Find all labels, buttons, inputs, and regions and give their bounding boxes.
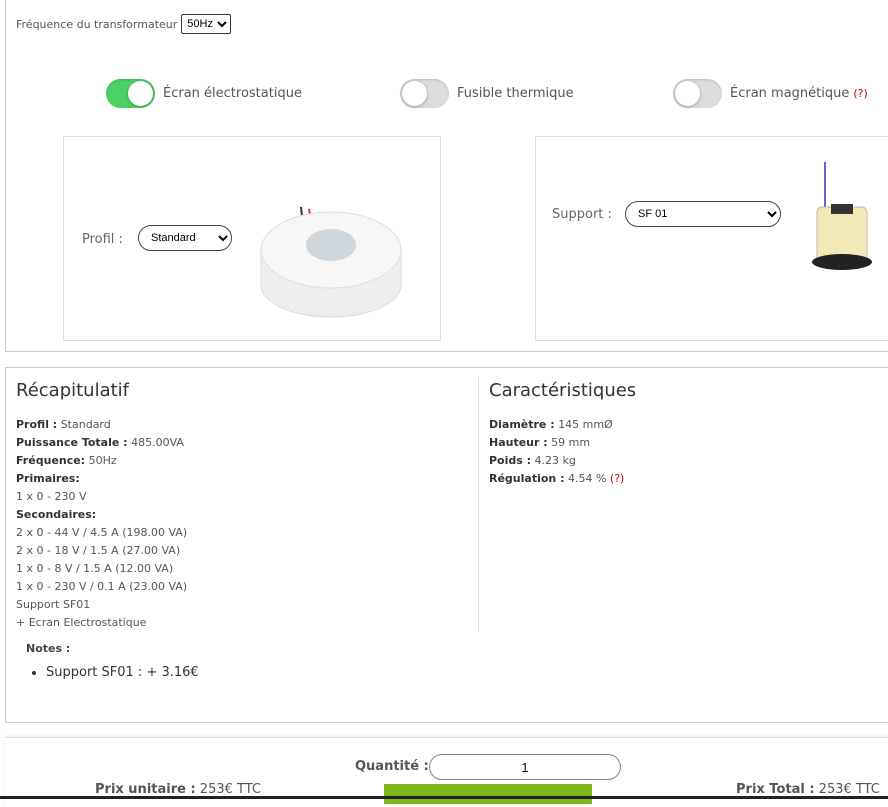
summary-panel: Récapitulatif Profil : Standard Puissanc… [5,367,888,723]
frequency-select[interactable]: 50Hz [181,14,232,34]
option-label: Écran magnétique [730,86,850,101]
characteristics-section: Caractéristiques Diamètre : 145 mmØ Haut… [489,380,637,485]
toggle-electrostatic-screen[interactable] [106,79,155,108]
profile-card: Profil : Standard [63,136,441,341]
summary-title: Récapitulatif [16,380,130,401]
support-card: Support : SF 01 [535,136,888,341]
notes-label: Notes : [26,642,71,655]
profile-select[interactable]: Standard [138,225,232,251]
option-thermal-fuse[interactable]: Fusible thermique [400,79,574,108]
frequency-label: Fréquence du transformateur [16,17,178,31]
option-electrostatic-screen[interactable]: Écran électrostatique [106,79,302,108]
help-link[interactable]: (?) [610,472,624,485]
divider [478,378,479,632]
support-label: Support : [552,207,612,222]
toggle-magnetic-screen[interactable] [673,79,722,108]
summary-section: Récapitulatif Profil : Standard Puissanc… [16,380,199,680]
note-item: Support SF01 : + 3.16€ [46,665,199,680]
quantity-label: Quantité : [355,759,429,774]
help-link[interactable]: (?) [853,87,867,100]
toroidal-transformer-image [260,206,402,318]
quantity-input[interactable] [429,754,621,780]
profile-label: Profil : [82,232,123,247]
support-image [812,162,872,270]
option-magnetic-screen[interactable]: Écran magnétique (?) [673,79,868,108]
toggle-thermal-fuse[interactable] [400,79,449,108]
support-select[interactable]: SF 01 [625,201,781,227]
characteristics-title: Caractéristiques [489,380,637,401]
frequency-row: Fréquence du transformateur 50Hz [16,14,232,34]
option-label: Fusible thermique [457,86,574,101]
add-to-cart-button[interactable] [384,784,592,804]
option-label: Écran électrostatique [163,86,302,101]
